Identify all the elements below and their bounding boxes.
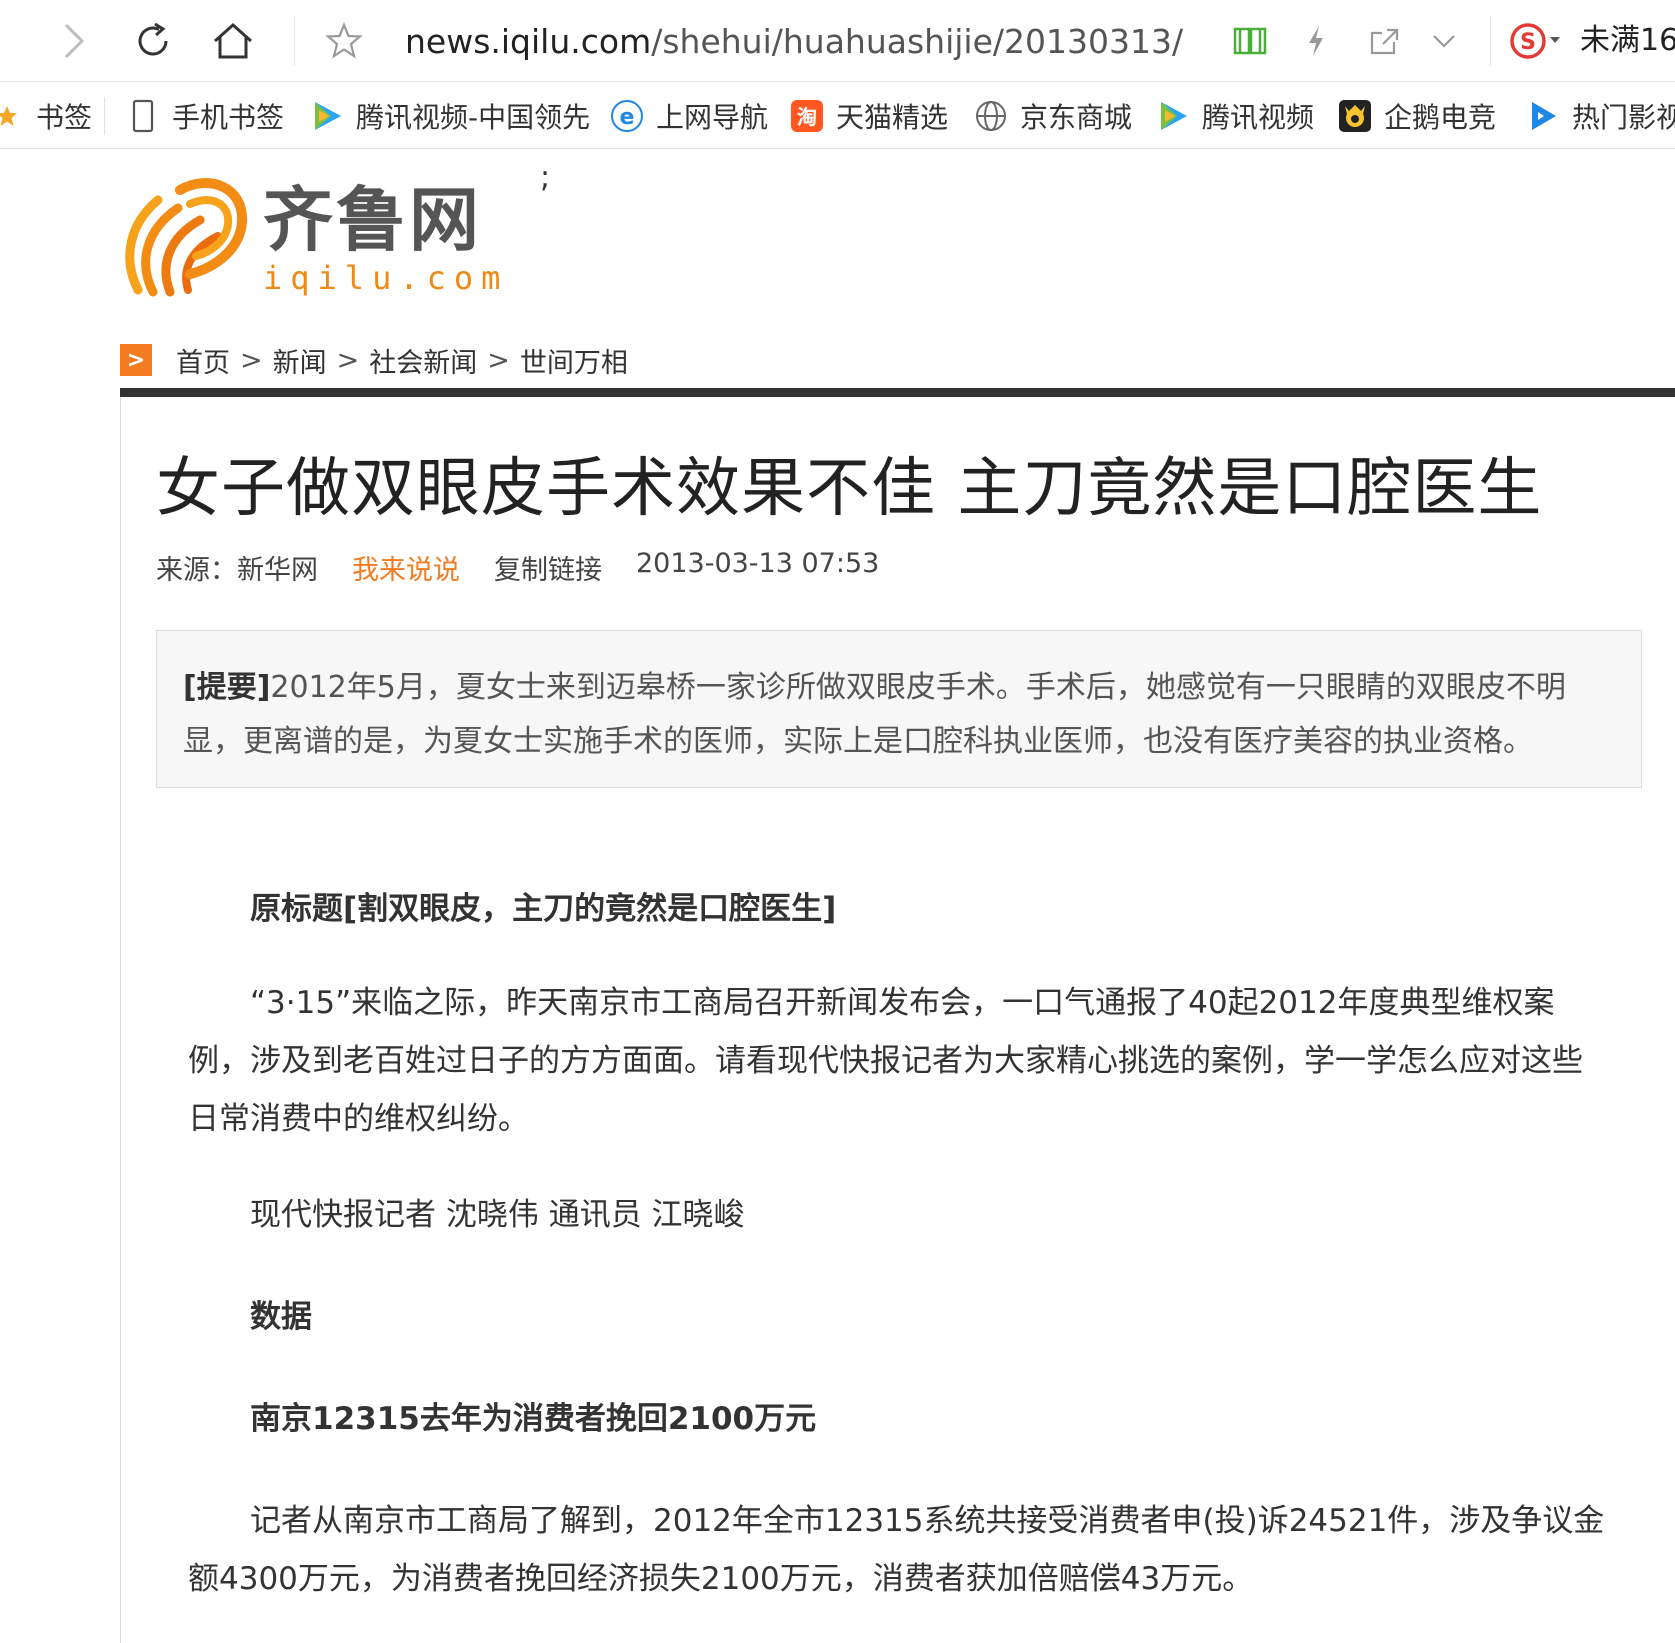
breadcrumb-news[interactable]: 新闻 <box>273 341 327 380</box>
bookmark-label: 热门影视 <box>1572 101 1675 134</box>
stray-text: ; <box>540 160 551 195</box>
svg-text:S: S <box>1520 30 1536 55</box>
svg-text:e: e <box>620 105 635 130</box>
breadcrumb-home[interactable]: 首页 <box>176 341 230 380</box>
user-status[interactable]: 未满16 <box>1580 18 1675 64</box>
article-paragraph: 现代快报记者 沈晓伟 通讯员 江晓峻 <box>250 1197 745 1233</box>
article-source: 来源：新华网 <box>156 555 318 586</box>
toolbar-divider <box>294 16 295 66</box>
url-path: /shehui/huahuashijie/20130313/146 <box>651 22 1185 61</box>
tencent-video-icon <box>1156 99 1190 133</box>
home-icon[interactable] <box>208 18 258 64</box>
summary-text: 2012年5月，夏女士来到迈皋桥一家诊所做双眼皮手术。手术后，她感觉有一只眼睛的… <box>183 670 1566 759</box>
article-meta: 来源：新华网 我来说说 复制链接 2013-03-13 07:53 <box>156 548 913 587</box>
bookmark-item[interactable]: 书签 <box>0 83 93 148</box>
bookmark-item[interactable]: 手机书签 <box>126 83 285 148</box>
logo-swirl-icon <box>125 178 248 297</box>
chevron-right-icon: > <box>120 344 152 376</box>
breadcrumb-category[interactable]: 世间万相 <box>520 341 628 380</box>
breadcrumb-separator: > <box>336 344 360 376</box>
logo-text-cn: 齐鲁网 <box>263 179 482 261</box>
breadcrumb-separator: > <box>240 344 263 376</box>
bookmark-label: 上网导航 <box>656 101 769 134</box>
toolbar-divider <box>1490 16 1491 66</box>
bookmark-label: 腾讯视频 <box>1202 101 1315 134</box>
reload-icon[interactable] <box>128 18 178 64</box>
article-paragraph: 数据 <box>250 1299 312 1335</box>
address-bar[interactable]: news.iqilu.com/shehui/huahuashijie/20130… <box>405 20 1185 64</box>
comment-link[interactable]: 我来说说 <box>352 548 460 587</box>
bookmark-item[interactable]: 热门影视 <box>1526 83 1675 148</box>
copy-link-button[interactable]: 复制链接 <box>494 548 602 587</box>
tencent-video-icon <box>310 99 344 133</box>
bookmark-label: 企鹅电竞 <box>1384 101 1497 134</box>
bookmark-divider <box>104 97 105 135</box>
bookmark-label: 天猫精选 <box>836 101 949 134</box>
bookmark-item[interactable]: 腾讯视频-中国领先 <box>310 83 591 148</box>
article-paragraph: “3·15”来临之际，昨天南京市工商局召开新闻发布会，一口气通报了40起2012… <box>188 985 1583 1137</box>
sogou-search-icon[interactable]: S <box>1508 18 1564 64</box>
breadcrumb-social-news[interactable]: 社会新闻 <box>369 341 477 380</box>
tmall-icon: 淘 <box>790 99 824 133</box>
penguin-esports-icon <box>1338 99 1372 133</box>
lightning-icon[interactable] <box>1296 18 1336 64</box>
phone-icon <box>126 99 160 133</box>
forward-icon[interactable] <box>52 18 96 64</box>
bookmark-label: 手机书签 <box>172 101 285 134</box>
ie-icon: e <box>610 99 644 133</box>
content-border <box>120 397 121 1643</box>
bookmarks-bar: 书签 手机书签 腾讯视频-中国领先 e 上网导航 淘 天猫精选 京东商城 腾讯视… <box>0 83 1675 149</box>
reader-mode-icon[interactable] <box>1228 18 1272 64</box>
header-divider <box>120 388 1675 397</box>
bookmark-label: 书签 <box>36 101 93 134</box>
star-icon[interactable] <box>322 18 366 64</box>
chevron-down-icon[interactable] <box>1424 18 1464 64</box>
bookmark-item[interactable]: 企鹅电竞 <box>1338 83 1497 148</box>
breadcrumb-separator: > <box>487 344 510 376</box>
share-icon[interactable] <box>1362 18 1406 64</box>
breadcrumb: > 首页 > 新闻 > 社会新闻 > 世间万相 <box>120 340 628 380</box>
site-logo[interactable]: 齐鲁网 iqilu.com <box>118 170 500 300</box>
bookmark-item[interactable]: 淘 天猫精选 <box>790 83 949 148</box>
logo-text-en: iqilu.com <box>263 259 509 297</box>
bookmark-item[interactable]: 腾讯视频 <box>1156 83 1315 148</box>
article-paragraph: 南京12315去年为消费者挽回2100万元 <box>250 1401 817 1437</box>
star-icon <box>0 99 24 133</box>
article-title: 女子做双眼皮手术效果不佳 主刀竟然是口腔医生 <box>156 452 1543 526</box>
article-datetime: 2013-03-13 07:53 <box>636 548 880 579</box>
svg-text:淘: 淘 <box>797 105 817 129</box>
url-host: news.iqilu.com <box>405 22 652 61</box>
article-paragraph: 记者从南京市工商局了解到，2012年全市12315系统共接受消费者申(投)诉24… <box>188 1503 1605 1597</box>
summary-label: [提要] <box>183 670 271 705</box>
article-paragraph: 原标题[割双眼皮，主刀的竟然是口腔医生] <box>250 891 837 927</box>
play-icon <box>1526 99 1560 133</box>
bookmark-label: 京东商城 <box>1020 101 1133 134</box>
bookmark-item[interactable]: 京东商城 <box>974 83 1133 148</box>
article-summary: [提要]2012年5月，夏女士来到迈皋桥一家诊所做双眼皮手术。手术后，她感觉有一… <box>156 630 1642 788</box>
globe-icon <box>974 99 1008 133</box>
bookmark-label: 腾讯视频-中国领先 <box>356 101 591 134</box>
bookmark-item[interactable]: e 上网导航 <box>610 83 769 148</box>
browser-toolbar: news.iqilu.com/shehui/huahuashijie/20130… <box>0 0 1675 82</box>
